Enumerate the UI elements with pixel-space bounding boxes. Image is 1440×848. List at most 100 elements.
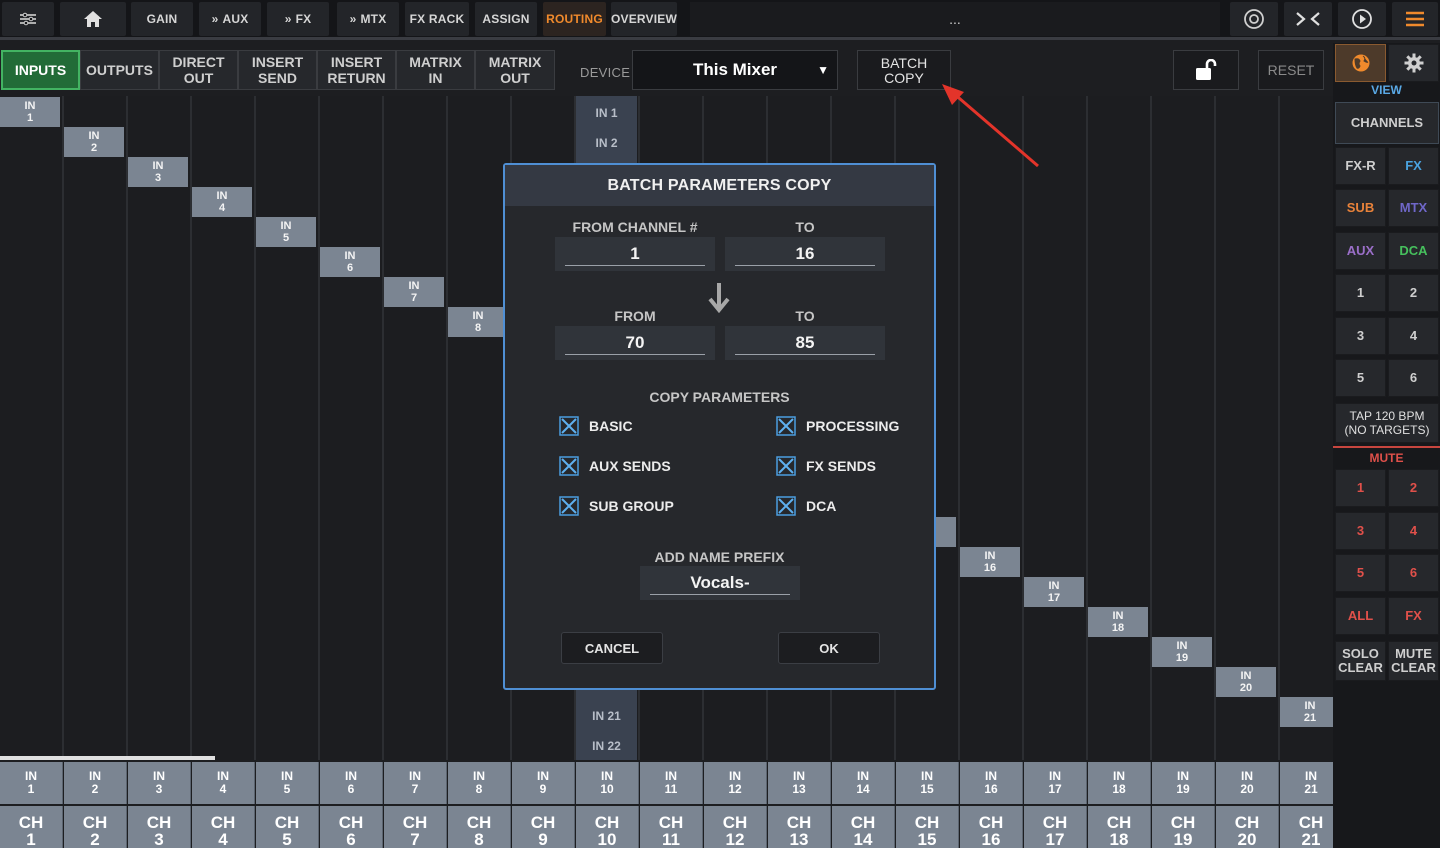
input-strip-label[interactable]: IN 16 (960, 762, 1023, 804)
from-target-input[interactable]: 70 (555, 326, 715, 360)
home-icon[interactable] (60, 2, 126, 36)
processing-checkbox[interactable] (776, 416, 796, 436)
channel-strip-label[interactable]: CH 19 (1152, 806, 1215, 848)
input-strip-label[interactable]: IN 14 (832, 762, 895, 804)
tab-inputs[interactable]: INPUTS (1, 50, 80, 90)
channel-strip-label[interactable]: CH 10 (576, 806, 639, 848)
scene-title[interactable]: ... (690, 2, 1220, 36)
mixer-settings-icon[interactable] (2, 2, 54, 36)
mute-group-5[interactable]: 5 (1335, 554, 1386, 592)
input-strip-label[interactable]: IN 13 (768, 762, 831, 804)
routing-patch-cell[interactable]: IN 18 (1088, 607, 1148, 637)
channel-strip-label[interactable]: CH 15 (896, 806, 959, 848)
solo-clear-button[interactable]: SOLO CLEAR (1335, 641, 1386, 681)
to-target-input[interactable]: 85 (725, 326, 885, 360)
tab-outputs[interactable]: OUTPUTS (80, 50, 159, 90)
aux-button[interactable]: AUX (1335, 232, 1386, 270)
routing-patch-cell[interactable]: IN 3 (128, 157, 188, 187)
bank-button-5[interactable]: 5 (1335, 359, 1386, 397)
input-strip-label[interactable]: IN 11 (640, 762, 703, 804)
routing-patch-cell[interactable]: IN 4 (192, 187, 252, 217)
fx-sends-checkbox[interactable] (776, 456, 796, 476)
play-icon[interactable] (1338, 2, 1386, 36)
channel-strip-label[interactable]: CH 8 (448, 806, 511, 848)
dca-button[interactable]: DCA (1388, 232, 1439, 270)
channel-strip-label[interactable]: CH 14 (832, 806, 895, 848)
cancel-button[interactable]: CANCEL (561, 632, 663, 664)
mute-clear-button[interactable]: MUTE CLEAR (1388, 641, 1439, 681)
input-strip-label[interactable]: IN 4 (192, 762, 255, 804)
routing-patch-cell[interactable]: IN 6 (320, 247, 380, 277)
horizontal-scrollbar[interactable] (0, 756, 215, 760)
input-strip-label[interactable]: IN 1 (0, 762, 63, 804)
target-icon[interactable] (1230, 2, 1278, 36)
from-channel-input[interactable]: 1 (555, 237, 715, 271)
channel-strip-label[interactable]: CH 4 (192, 806, 255, 848)
ok-button[interactable]: OK (778, 632, 880, 664)
input-strip-label[interactable]: IN 15 (896, 762, 959, 804)
tab-matrix-in[interactable]: MATRIX IN (396, 50, 475, 90)
input-strip-label[interactable]: IN 18 (1088, 762, 1151, 804)
tab-insert-return[interactable]: INSERT RETURN (317, 50, 396, 90)
channel-strip-label[interactable]: CH 2 (64, 806, 127, 848)
mute-group-3[interactable]: 3 (1335, 512, 1386, 550)
input-strip-label[interactable]: IN 2 (64, 762, 127, 804)
routing-patch-cell[interactable]: IN 7 (384, 277, 444, 307)
fx-returns-button[interactable]: FX-R (1335, 147, 1386, 185)
input-strip-label[interactable]: IN 20 (1216, 762, 1279, 804)
unlock-button[interactable] (1173, 50, 1239, 90)
input-strip-label[interactable]: IN 19 (1152, 762, 1215, 804)
channel-strip-label[interactable]: CH 1 (0, 806, 63, 848)
tab-fx-rack[interactable]: FX RACK (405, 2, 469, 36)
sub-button[interactable]: SUB (1335, 189, 1386, 227)
to-channel-input[interactable]: 16 (725, 237, 885, 271)
channel-strip-label[interactable]: CH 11 (640, 806, 703, 848)
device-dropdown[interactable]: This Mixer ▼ (632, 50, 838, 90)
mute-group-4[interactable]: 4 (1388, 512, 1439, 550)
aux-sends-checkbox[interactable] (559, 456, 579, 476)
tab-direct-out[interactable]: DIRECT OUT (159, 50, 238, 90)
input-strip-label[interactable]: IN 9 (512, 762, 575, 804)
basic-checkbox[interactable] (559, 416, 579, 436)
tap-tempo-button[interactable]: TAP 120 BPM (NO TARGETS) (1335, 403, 1439, 443)
bank-button-3[interactable]: 3 (1335, 317, 1386, 355)
input-strip-label[interactable]: IN 10 (576, 762, 639, 804)
routing-patch-cell[interactable]: IN 21 (1280, 697, 1333, 727)
channel-strip-label[interactable]: CH 16 (960, 806, 1023, 848)
routing-patch-cell[interactable]: IN 20 (1216, 667, 1276, 697)
tab-overview[interactable]: OVERVIEW (611, 2, 677, 36)
routing-patch-cell[interactable]: IN 5 (256, 217, 316, 247)
channel-strip-label[interactable]: CH 7 (384, 806, 447, 848)
tab-insert-send[interactable]: INSERT SEND (238, 50, 317, 90)
routing-patch-cell[interactable]: IN 16 (960, 547, 1020, 577)
channel-strip-label[interactable]: CH 20 (1216, 806, 1279, 848)
mute-group-1[interactable]: 1 (1335, 469, 1386, 507)
globe-view-button[interactable] (1335, 44, 1386, 82)
mute-fx-button[interactable]: FX (1388, 597, 1439, 635)
mtx-button[interactable]: MTX (1388, 189, 1439, 227)
bank-button-2[interactable]: 2 (1388, 274, 1439, 312)
routing-patch-cell[interactable]: IN 8 (448, 307, 508, 337)
bank-button-4[interactable]: 4 (1388, 317, 1439, 355)
channel-strip-label[interactable]: CH 12 (704, 806, 767, 848)
routing-patch-cell[interactable]: IN 1 (0, 97, 60, 127)
name-prefix-input[interactable]: Vocals- (640, 566, 800, 600)
tab-gain[interactable]: GAIN (131, 2, 193, 36)
dca-checkbox[interactable] (776, 496, 796, 516)
bank-button-6[interactable]: 6 (1388, 359, 1439, 397)
channel-strip-label[interactable]: CH 5 (256, 806, 319, 848)
channel-strip-label[interactable]: CH 18 (1088, 806, 1151, 848)
routing-patch-cell[interactable]: IN 19 (1152, 637, 1212, 667)
tab-mtx[interactable]: » MTX (337, 2, 399, 36)
input-strip-label[interactable]: IN 17 (1024, 762, 1087, 804)
channel-strip-label[interactable]: CH 6 (320, 806, 383, 848)
bank-button-1[interactable]: 1 (1335, 274, 1386, 312)
channel-strip-label[interactable]: CH 9 (512, 806, 575, 848)
input-strip-label[interactable]: IN 12 (704, 762, 767, 804)
routing-patch-cell[interactable]: IN 17 (1024, 577, 1084, 607)
sub-group-checkbox[interactable] (559, 496, 579, 516)
reset-button[interactable]: RESET (1258, 50, 1324, 90)
channel-strip-label[interactable]: CH 17 (1024, 806, 1087, 848)
tab-assign[interactable]: ASSIGN (475, 2, 537, 36)
mute-group-2[interactable]: 2 (1388, 469, 1439, 507)
